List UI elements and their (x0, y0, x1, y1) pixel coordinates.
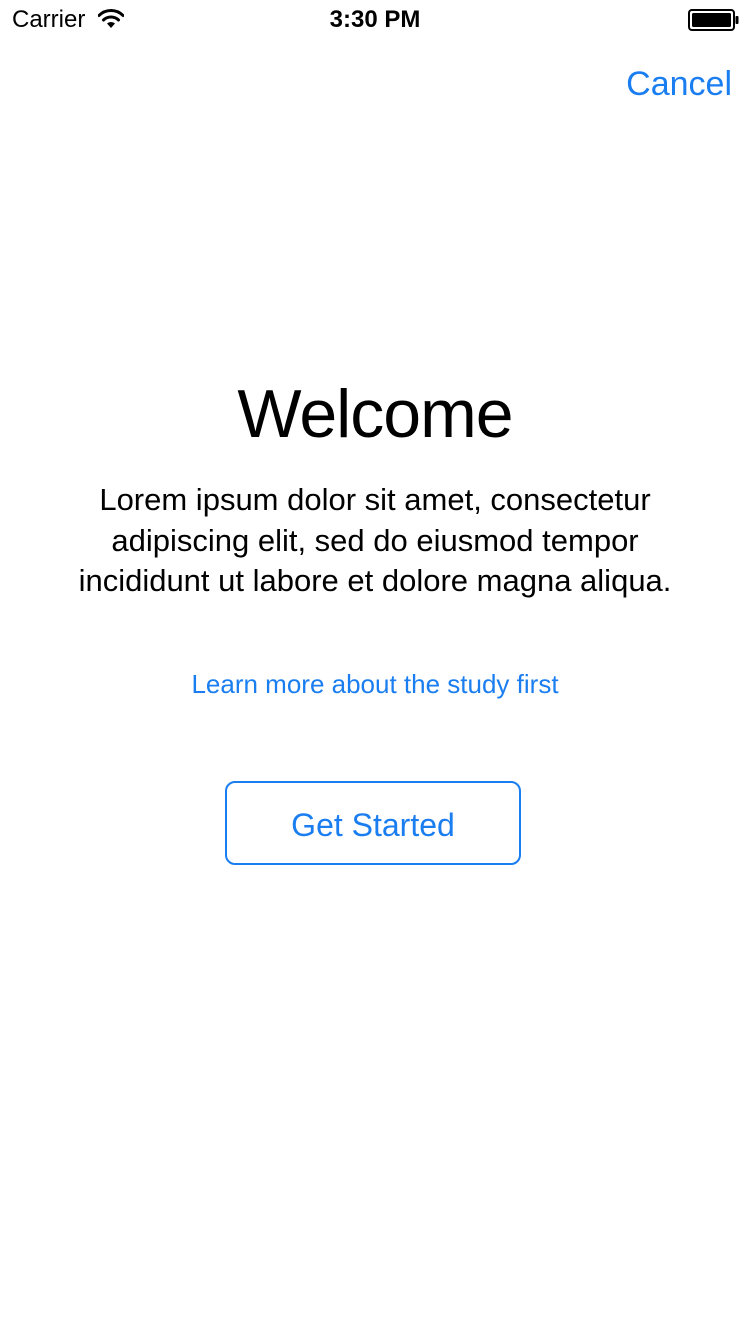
welcome-body-text: Lorem ipsum dolor sit amet, consectetur … (78, 482, 672, 598)
status-bar: Carrier 3:30 PM (0, 0, 750, 40)
cancel-button[interactable]: Cancel (626, 64, 732, 104)
status-time: 3:30 PM (329, 6, 421, 33)
learn-more-link[interactable]: Learn more about the study first (0, 668, 750, 700)
battery-icon (688, 9, 740, 31)
get-started-button[interactable]: Get Started (225, 781, 521, 865)
page-title: Welcome (237, 376, 513, 452)
